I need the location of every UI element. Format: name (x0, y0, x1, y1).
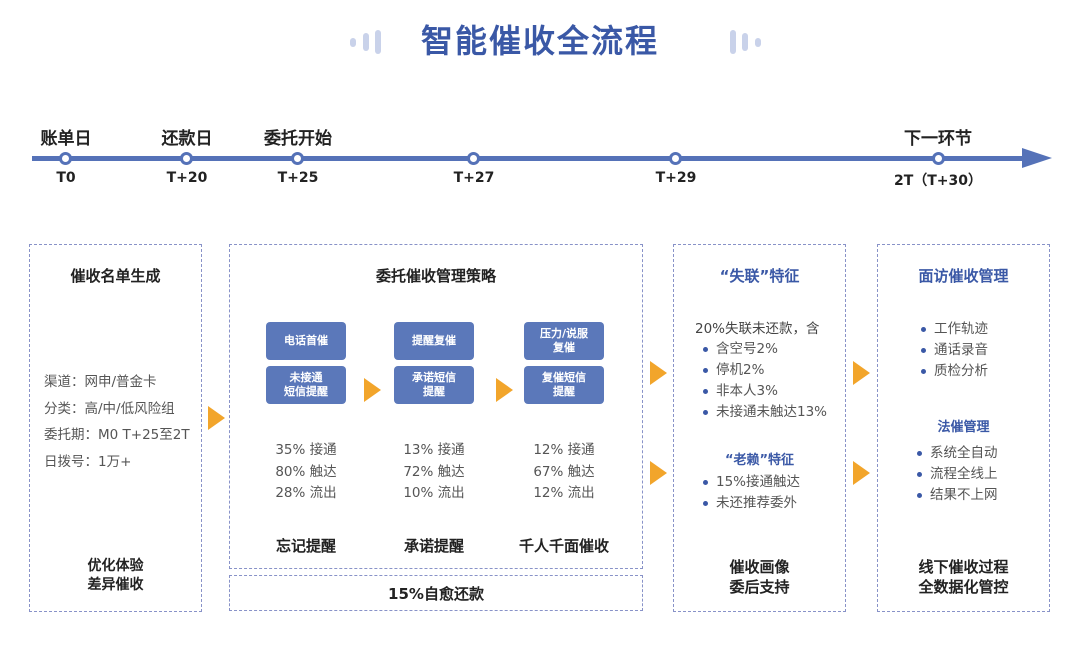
legal-collection-subtitle: 法催管理 (937, 420, 990, 435)
timeline-label-next-stage: 下一环节 (904, 129, 972, 149)
page-title: 智能催收全流程 (420, 22, 659, 60)
bullet-item: 未接通未触达13% (702, 402, 827, 423)
title-decoration-right-icon (730, 30, 766, 54)
bullet-item: 未还推荐委外 (702, 493, 800, 514)
self-cure-panel: 15%自愈还款 (229, 575, 643, 611)
stage3-footer: 千人千面催收 (518, 537, 609, 555)
stat-reach: 67% 触达 (533, 463, 595, 480)
flow-arrow-icon (650, 361, 667, 385)
bullet-item: 工作轨迹 (920, 319, 988, 340)
bullet-item: 含空号2% (702, 339, 827, 360)
stage2-footer: 承诺提醒 (403, 537, 464, 555)
bullet-item: 停机2% (702, 360, 827, 381)
timeline-tick: T+29 (655, 170, 697, 186)
timeline: 账单日 T0 还款日 T+20 委托开始 T+25 T+27 T+29 下一环节… (0, 110, 1080, 210)
strategy-title: 委托催收管理策略 (375, 267, 496, 285)
timeline-tick: 2T（T+30） (893, 173, 983, 189)
footer-line: 优化体验 (87, 558, 144, 574)
detail-line: 日拨号：1万+ (44, 453, 132, 470)
footer-line: 催收画像 (729, 558, 790, 576)
stage-arrow-icon (496, 378, 513, 402)
detail-line: 渠道：网申/普金卡 (44, 374, 157, 390)
defaulter-bullets: 15%接通触达 未还推荐委外 (702, 472, 800, 514)
bullet-item: 结果不上网 (916, 485, 998, 506)
list-generation-panel: 催收名单生成 渠道：网申/普金卡 分类：高/中/低风险组 委托期：M0 T+25… (29, 244, 202, 612)
stage2-sms-chip: 承诺短信 提醒 (394, 366, 474, 404)
stat-reach: 80% 触达 (275, 463, 337, 480)
timeline-arrow-icon (1022, 148, 1052, 168)
field-visit-bullets: 工作轨迹 通话录音 质检分析 (920, 319, 988, 382)
bullet-item: 通话录音 (920, 340, 988, 361)
bullet-item: 流程全线上 (916, 464, 998, 485)
stat-connect: 35% 接通 (275, 442, 337, 458)
stage1-sms-chip: 未接通 短信提醒 (266, 366, 346, 404)
stage3-call-chip: 压力/说服 复催 (524, 322, 604, 360)
timeline-node (467, 152, 480, 165)
flow-arrow-icon (853, 361, 870, 385)
detail-line: 委托期：M0 T+25至2T (44, 427, 190, 443)
timeline-label-delegation-start: 委托开始 (264, 129, 332, 149)
timeline-node (291, 152, 304, 165)
list-generation-footer: 优化体验 差异催收 (30, 557, 201, 595)
timeline-tick: T+20 (166, 170, 208, 186)
lost-contact-panel: “失联”特征 20%失联未还款，含 含空号2% 停机2% 非本人3% 未接通未触… (673, 244, 846, 612)
stage2-stats: 13% 接通 72% 触达 10% 流出 (374, 440, 494, 505)
stat-connect: 12% 接通 (533, 442, 595, 458)
bullet-item: 质检分析 (920, 361, 988, 382)
timeline-tick: T+27 (453, 170, 495, 186)
timeline-node (59, 152, 72, 165)
list-generation-details: 渠道：网申/普金卡 分类：高/中/低风险组 委托期：M0 T+25至2T 日拨号… (44, 369, 190, 475)
stage3-sms-chip: 复催短信 提醒 (524, 366, 604, 404)
footer-line: 委后支持 (729, 578, 790, 596)
flow-arrow-icon (650, 461, 667, 485)
stat-reach: 72% 触达 (403, 463, 465, 480)
bullet-item: 15%接通触达 (702, 472, 800, 493)
timeline-label-bill-day: 账单日 (40, 129, 92, 149)
detail-line: 分类：高/中/低风险组 (44, 400, 175, 417)
timeline-node (180, 152, 193, 165)
timeline-label-repay-day: 还款日 (161, 129, 213, 149)
legal-collection-bullets: 系统全自动 流程全线上 结果不上网 (916, 443, 998, 506)
field-visit-title: 面访催收管理 (918, 267, 1009, 285)
timeline-node (932, 152, 945, 165)
footer-line: 全数据化管控 (918, 578, 1009, 596)
defaulter-subtitle: “老赖”特征 (724, 453, 795, 468)
timeline-tick: T+25 (277, 170, 319, 186)
stage3-stats: 12% 接通 67% 触达 12% 流出 (504, 440, 624, 505)
lost-contact-title: “失联”特征 (719, 267, 800, 285)
lost-contact-intro: 20%失联未还款，含 (695, 321, 820, 337)
stat-connect: 13% 接通 (403, 442, 465, 458)
stage1-footer: 忘记提醒 (275, 537, 336, 555)
stage-arrow-icon (364, 378, 381, 402)
bullet-item: 非本人3% (702, 381, 827, 402)
footer-line: 线下催收过程 (918, 558, 1009, 576)
field-visit-footer: 线下催收过程 全数据化管控 (878, 557, 1049, 597)
strategy-panel: 委托催收管理策略 电话首催 未接通 短信提醒 35% 接通 80% 触达 28%… (229, 244, 643, 569)
stat-outflow: 28% 流出 (275, 485, 337, 501)
timeline-tick: T0 (56, 170, 76, 186)
self-cure-label: 15%自愈还款 (388, 585, 484, 603)
stage1-stats: 35% 接通 80% 触达 28% 流出 (246, 440, 366, 505)
header: 智能催收全流程 (0, 18, 1080, 64)
flow-arrow-icon (208, 406, 225, 430)
stage2-call-chip: 提醒复催 (394, 322, 474, 360)
list-generation-title: 催收名单生成 (70, 267, 161, 285)
stat-outflow: 10% 流出 (403, 485, 465, 501)
stat-outflow: 12% 流出 (533, 485, 595, 501)
timeline-node (669, 152, 682, 165)
lost-contact-footer: 催收画像 委后支持 (674, 557, 845, 597)
lost-contact-bullets: 含空号2% 停机2% 非本人3% 未接通未触达13% (702, 339, 827, 423)
footer-line: 差异催收 (87, 577, 144, 593)
bullet-item: 系统全自动 (916, 443, 998, 464)
stage1-call-chip: 电话首催 (266, 322, 346, 360)
flow-arrow-icon (853, 461, 870, 485)
field-visit-panel: 面访催收管理 工作轨迹 通话录音 质检分析 法催管理 系统全自动 流程全线上 结… (877, 244, 1050, 612)
